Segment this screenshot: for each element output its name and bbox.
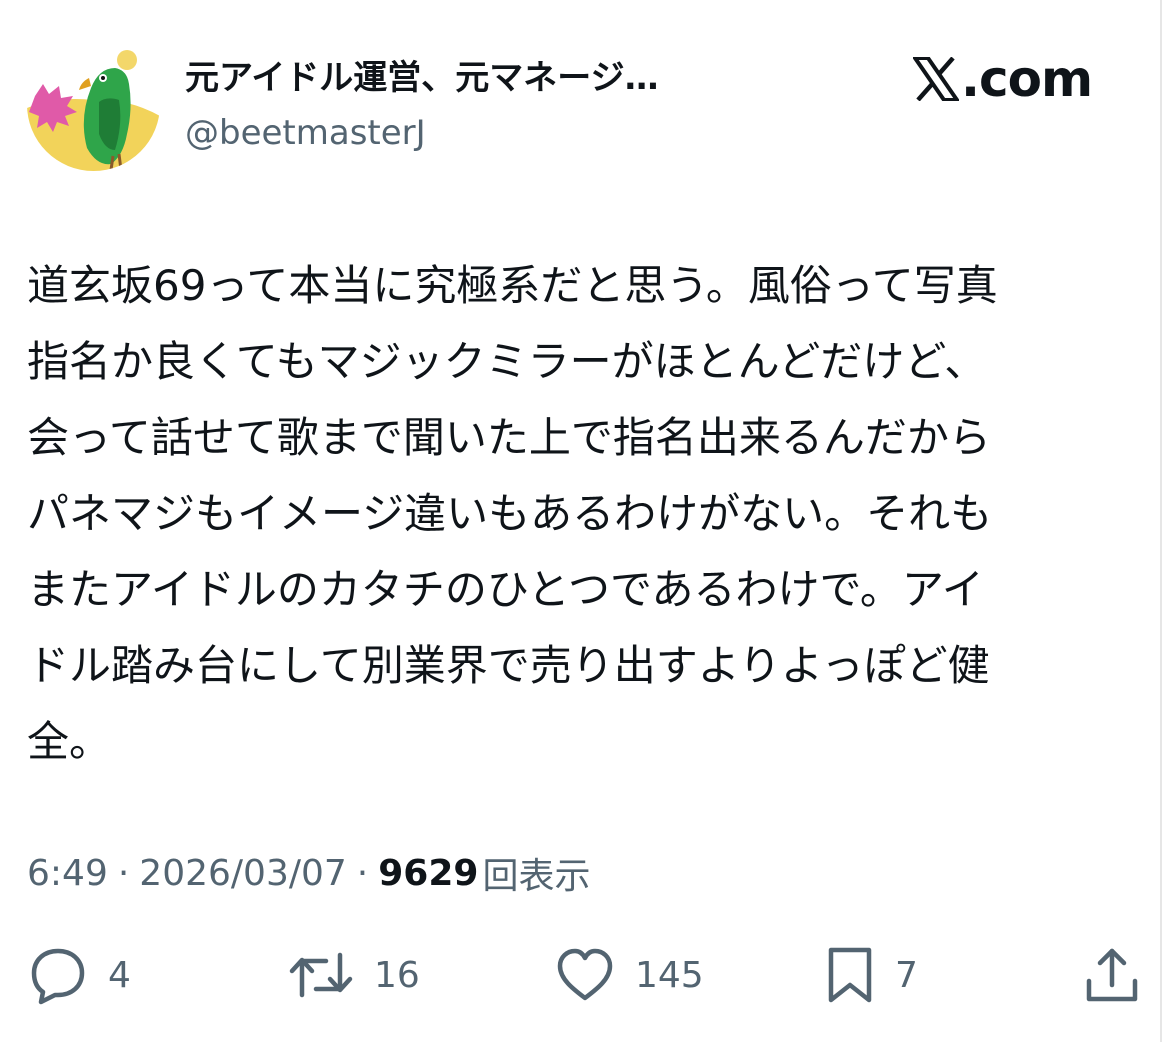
share-button[interactable] <box>1082 940 1142 1010</box>
like-count: 145 <box>635 954 704 996</box>
tweet-date[interactable]: 2026/03/07 <box>139 853 347 894</box>
x-com-logo[interactable]: .com <box>913 48 1093 110</box>
bookmark-icon <box>825 945 875 1005</box>
bookmark-button[interactable]: 7 <box>825 940 918 1010</box>
meta-separator: · <box>356 852 369 894</box>
bookmark-count: 7 <box>895 954 918 996</box>
x-logo-domain: .com <box>961 50 1093 108</box>
green-parrot-avatar-icon <box>27 38 160 171</box>
action-bar: 4 16 145 7 <box>0 940 1160 1010</box>
like-button[interactable]: 145 <box>555 940 704 1010</box>
reply-count: 4 <box>108 954 131 996</box>
tweet-text: 道玄坂69って本当に究極系だと思う。風俗って写真 指名か良くてもマジックミラーが… <box>27 261 998 766</box>
views-label: 回表示 <box>482 856 591 897</box>
heart-icon <box>555 945 615 1005</box>
share-upload-icon <box>1082 945 1142 1005</box>
retweet-button[interactable]: 16 <box>288 940 420 1010</box>
user-handle[interactable]: @beetmasterJ <box>185 110 426 156</box>
views-count: 9629 <box>378 852 479 894</box>
speech-bubble-icon <box>28 945 88 1005</box>
retweet-arrows-icon <box>288 945 354 1005</box>
meta-separator: · <box>117 852 130 894</box>
retweet-count: 16 <box>374 954 420 996</box>
avatar[interactable] <box>27 38 160 171</box>
x-logo-icon <box>913 57 959 101</box>
tweet-meta: 6:49 · 2026/03/07 · 9629 回表示 <box>27 850 591 898</box>
tweet-time[interactable]: 6:49 <box>27 853 108 894</box>
display-name[interactable]: 元アイドル運営、元マネージ… <box>185 54 785 102</box>
right-edge-divider <box>1160 0 1162 1042</box>
reply-button[interactable]: 4 <box>28 940 131 1010</box>
